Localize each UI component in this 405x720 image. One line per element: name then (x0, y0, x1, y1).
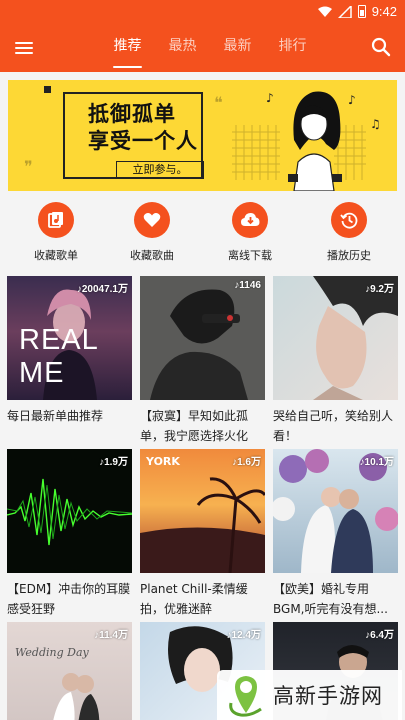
playlist-card[interactable]: Wedding Day ♪11.4万 (7, 622, 132, 720)
play-count: ♪11.4万 (94, 630, 128, 641)
playlist-cover: ♪9.2万 (273, 276, 398, 400)
playlist-cover: ♪1.9万 (7, 449, 132, 573)
favorite-songs-label: 收藏歌曲 (130, 249, 174, 262)
tab-bar: 推荐 最热 最新 排行 (100, 24, 320, 72)
banner-subtitle: 享受一个人 (88, 129, 198, 153)
play-count: ♪1.9万 (99, 457, 128, 468)
playlist-title: Planet Chill-柔情缓拍，优雅迷醉 (140, 582, 248, 616)
offline-download-button[interactable]: 离线下载 (210, 202, 290, 263)
playlist-title: 【EDM】冲击你的耳膜 感受狂野 (7, 582, 131, 616)
playlist-cover: ♪1146 (140, 276, 265, 400)
cover-text: YORK (146, 455, 180, 468)
playlist-title: 【寂寞】早知如此孤单，我宁愿选择火化 (140, 409, 249, 443)
playlist-card[interactable]: ♪1.9万 【EDM】冲击你的耳膜 感受狂野 (7, 449, 132, 619)
playlist-title: 哭给自己听，笑给别人看！ (273, 409, 394, 443)
tab-ranking[interactable]: 排行 (265, 24, 320, 72)
playlist-card[interactable]: REAL ME ♪20047.1万 每日最新单曲推荐 (7, 276, 132, 446)
play-count: ♪20047.1万 (76, 284, 128, 295)
favorite-playlists-button[interactable]: 收藏歌单 (16, 202, 96, 263)
wifi-icon (317, 6, 332, 17)
watermark-logo-icon (229, 676, 262, 717)
tab-latest[interactable]: 最新 (210, 24, 265, 72)
status-bar: 9:42 (0, 0, 405, 24)
playlist-card[interactable]: YORK ♪1.6万 Planet Chill-柔情缓拍，优雅迷醉 (140, 449, 265, 619)
tab-recommend[interactable]: 推荐 (100, 24, 155, 72)
playlist-title: 【欧美】婚礼专用BGM,听完有没有想... (273, 582, 388, 616)
play-count: ♪6.4万 (365, 630, 394, 641)
playlist-cover: YORK ♪1.6万 (140, 449, 265, 573)
battery-icon (357, 5, 366, 18)
quick-actions: 收藏歌单 收藏歌曲 离线下载 播放历史 (0, 202, 405, 268)
svg-text:♪: ♪ (348, 93, 356, 107)
playlist-title: 每日最新单曲推荐 (7, 409, 104, 423)
playlist-cover: ♪10.1万 (273, 449, 398, 573)
playlist-card[interactable]: ♪10.1万 【欧美】婚礼专用BGM,听完有没有想... (273, 449, 398, 619)
svg-text:❞: ❞ (24, 157, 33, 176)
heart-icon (134, 202, 170, 238)
playlist-card[interactable]: ♪9.2万 哭给自己听，笑给别人看！ (273, 276, 398, 446)
history-icon (331, 202, 367, 238)
banner-cta-button[interactable]: 立即参与。 (116, 161, 204, 179)
app-bar: 推荐 最热 最新 排行 (0, 24, 405, 72)
playlist-icon (38, 202, 74, 238)
playlist-card[interactable]: ♪1146 【寂寞】早知如此孤单，我宁愿选择火化 (140, 276, 265, 446)
status-time: 9:42 (371, 4, 397, 19)
play-count: ♪1.6万 (232, 457, 261, 468)
promo-banner[interactable]: ❞ ❝ ♪ ♪ ♫ 抵御孤单 享受一个人 立即参与。 (8, 80, 397, 191)
play-count: ♪9.2万 (365, 284, 394, 295)
play-count: ♪1146 (234, 280, 261, 291)
play-history-label: 播放历史 (327, 249, 371, 262)
watermark-text: 高新手游网 (273, 684, 383, 708)
play-count: ♪12.4万 (226, 630, 261, 641)
svg-text:♪: ♪ (266, 91, 274, 105)
play-count: ♪10.1万 (359, 457, 394, 468)
svg-text:❝: ❝ (214, 93, 223, 112)
favorite-songs-button[interactable]: 收藏歌曲 (112, 202, 192, 263)
banner-title: 抵御孤单 (88, 102, 176, 126)
playlist-cover: REAL ME ♪20047.1万 (7, 276, 132, 400)
menu-icon[interactable] (14, 38, 34, 58)
tab-hottest[interactable]: 最热 (155, 24, 210, 72)
search-icon[interactable] (371, 37, 391, 57)
svg-text:♫: ♫ (370, 117, 381, 131)
watermark: 高新手游网 (217, 670, 402, 720)
cloud-download-icon (232, 202, 268, 238)
status-icons: 9:42 (317, 4, 397, 19)
playlist-cover: Wedding Day ♪11.4万 (7, 622, 132, 720)
signal-icon (337, 5, 352, 18)
favorite-playlists-label: 收藏歌单 (34, 249, 78, 262)
offline-download-label: 离线下载 (228, 249, 272, 262)
cover-text: REAL ME (19, 324, 98, 389)
cover-text: Wedding Day (15, 646, 89, 659)
play-history-button[interactable]: 播放历史 (309, 202, 389, 263)
